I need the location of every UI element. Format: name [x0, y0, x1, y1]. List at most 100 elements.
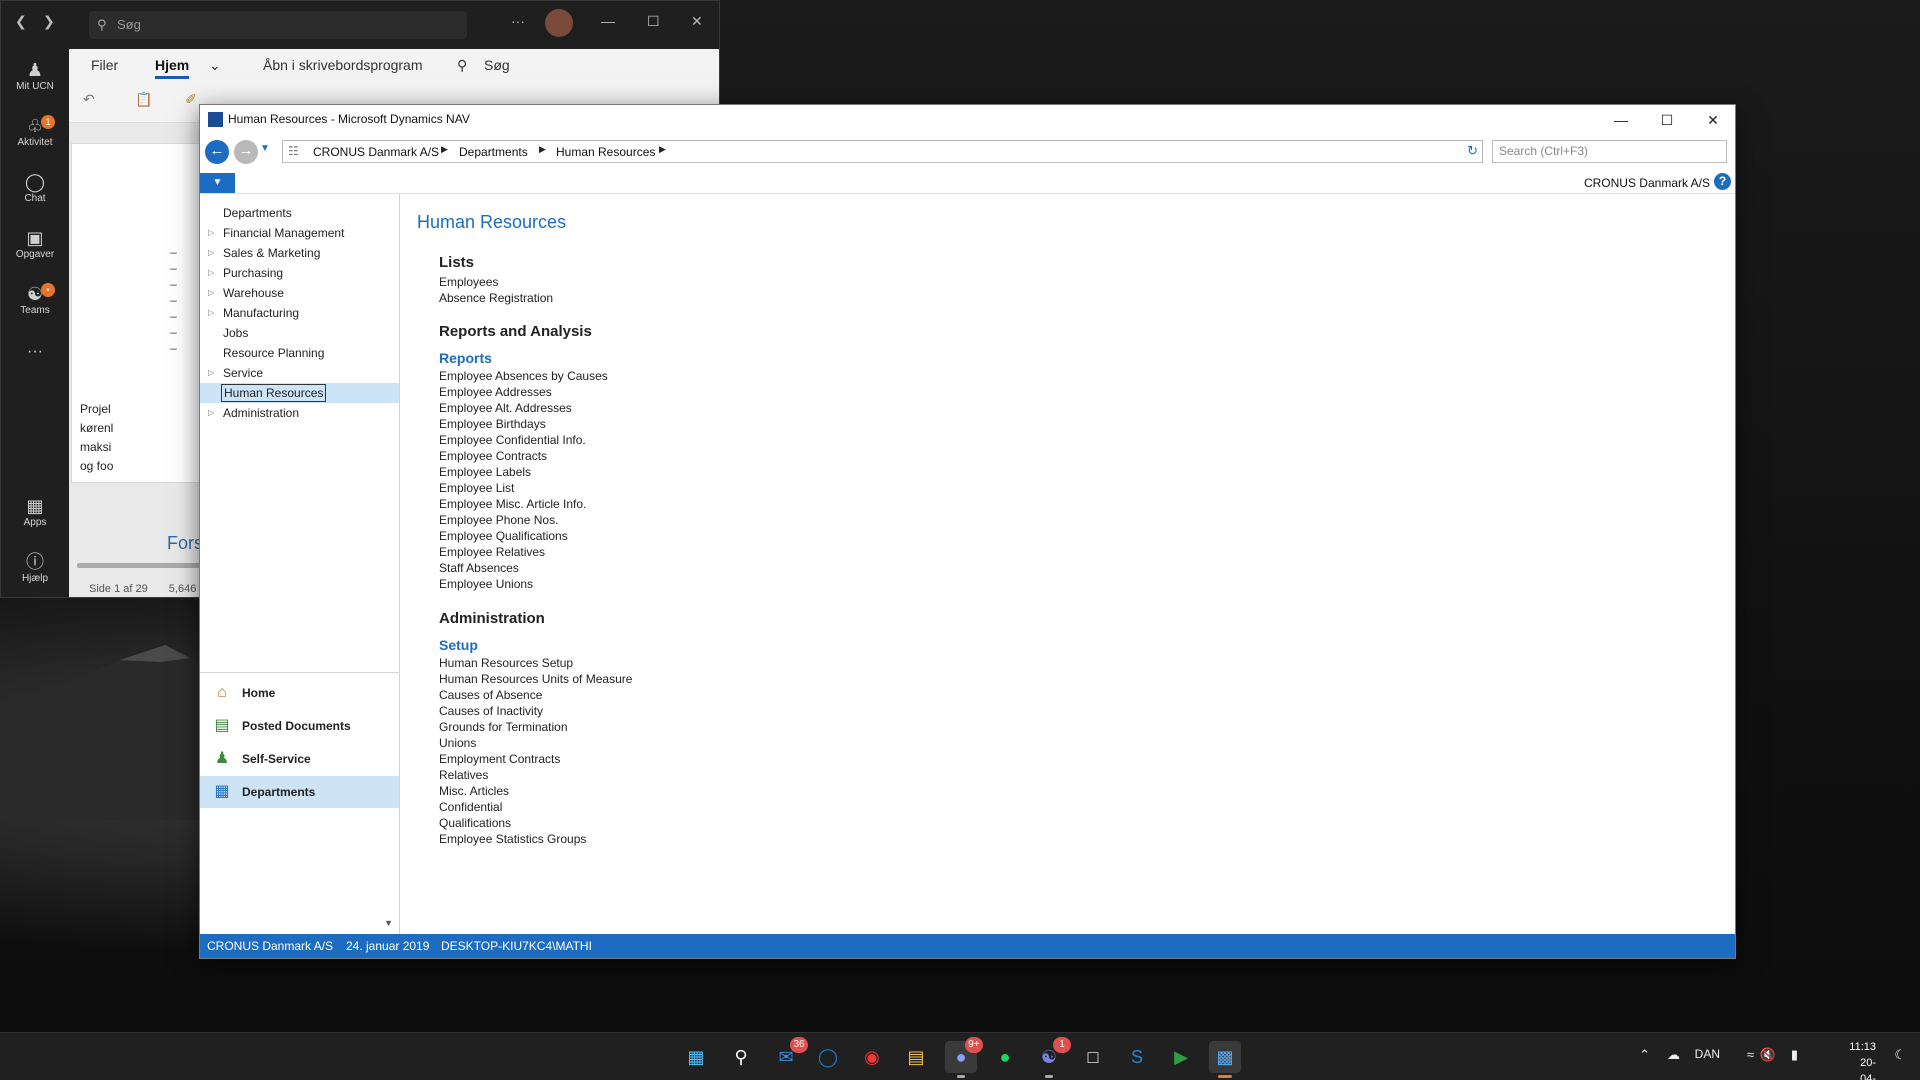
link-employees[interactable]: Employees [439, 275, 498, 289]
breadcrumb-company[interactable]: CRONUS Danmark A/S [313, 145, 439, 159]
format-painter-icon[interactable]: ✐ [185, 91, 197, 108]
setup-link[interactable]: Human Resources Setup [439, 656, 573, 670]
breadcrumb-arrow-icon[interactable]: ▶ [539, 144, 546, 155]
volume-muted-icon[interactable]: 🔇 [1760, 1047, 1776, 1063]
breadcrumb-arrow-icon[interactable]: ▶ [659, 144, 666, 155]
report-link[interactable]: Employee Phone Nos. [439, 513, 558, 527]
teams-search-input[interactable]: ⚲ Søg [89, 11, 467, 39]
report-link[interactable]: Employee Misc. Article Info. [439, 497, 586, 511]
chevron-up-icon[interactable]: ⌃ [1639, 1047, 1650, 1063]
setup-link[interactable]: Employment Contracts [439, 752, 560, 766]
breadcrumb-arrow-icon[interactable]: ▶ [441, 144, 448, 155]
pane-button-posted-documents[interactable]: ▤ Posted Documents [200, 710, 399, 742]
link-absence-registration[interactable]: Absence Registration [439, 291, 553, 305]
expand-arrow-icon[interactable]: ▷ [208, 363, 214, 383]
setup-link[interactable]: Human Resources Units of Measure [439, 672, 632, 686]
setup-link[interactable]: Causes of Inactivity [439, 704, 543, 718]
rail-item-mit-ucn[interactable]: ♟ Mit UCN [1, 59, 69, 92]
report-link[interactable]: Employee List [439, 481, 514, 495]
dynamics-nav-window[interactable]: Human Resources - Microsoft Dynamics NAV… [199, 104, 1736, 959]
rail-item-aktivitet[interactable]: ♧ Aktivitet 1 [1, 115, 69, 148]
tree-item-financial-management[interactable]: ▷ Financial Management [200, 223, 399, 243]
rail-item-apps[interactable]: ▦ Apps [1, 495, 69, 528]
close-icon[interactable]: ✕ [1693, 108, 1733, 132]
report-link[interactable]: Employee Contracts [439, 449, 547, 463]
vivaldi-icon[interactable]: ◉ [856, 1041, 888, 1073]
clipboard-icon[interactable]: 📋 [135, 91, 152, 108]
search-icon[interactable]: ⚲ [725, 1041, 757, 1073]
breadcrumb-departments[interactable]: Departments [459, 145, 528, 159]
tree-item-human-resources[interactable]: Human Resources [200, 383, 399, 403]
rail-item-chat[interactable]: ◯ Chat [1, 171, 69, 204]
start-icon[interactable]: ▦ [680, 1041, 712, 1073]
expand-arrow-icon[interactable]: ▷ [208, 243, 214, 263]
sway-icon[interactable]: S [1121, 1041, 1153, 1073]
expand-arrow-icon[interactable]: ▷ [208, 223, 214, 243]
tree-item-departments[interactable]: Departments [200, 203, 399, 223]
undo-icon[interactable]: ↶ [83, 91, 95, 108]
outlook-icon[interactable]: ◯ [812, 1041, 844, 1073]
report-link[interactable]: Employee Unions [439, 577, 533, 591]
spotify-icon[interactable]: ● [989, 1041, 1021, 1073]
tree-item-service[interactable]: ▷ Service [200, 363, 399, 383]
history-dropdown-icon[interactable]: ▼ [260, 143, 270, 154]
report-link[interactable]: Employee Labels [439, 465, 531, 479]
setup-link[interactable]: Qualifications [439, 816, 511, 830]
help-icon[interactable]: ? [1714, 173, 1731, 190]
media-icon[interactable]: ▶ [1165, 1041, 1197, 1073]
focus-assist-icon[interactable]: ☾ [1894, 1047, 1906, 1063]
pane-button-home[interactable]: ⌂ Home [200, 677, 399, 709]
report-link[interactable]: Employee Relatives [439, 545, 545, 559]
minimize-icon[interactable]: — [601, 13, 615, 29]
configure-buttons-icon[interactable]: ▼ [384, 918, 393, 928]
expand-arrow-icon[interactable]: ▷ [208, 303, 214, 323]
discord-icon[interactable]: ● 9+ [945, 1037, 983, 1078]
setup-link[interactable]: Relatives [439, 768, 488, 782]
setup-link[interactable]: Misc. Articles [439, 784, 509, 798]
rail-item-opgaver[interactable]: ▣ Opgaver [1, 227, 69, 260]
tab-search[interactable]: Søg [484, 57, 510, 73]
report-link[interactable]: Employee Absences by Causes [439, 369, 608, 383]
wifi-icon[interactable]: ≈ [1747, 1047, 1754, 1062]
close-icon[interactable]: ✕ [691, 13, 703, 30]
chevron-down-icon[interactable]: ⌄ [209, 57, 221, 74]
setup-link[interactable]: Confidential [439, 800, 502, 814]
report-link[interactable]: Employee Birthdays [439, 417, 546, 431]
forward-button[interactable]: → [234, 140, 258, 164]
notepad-icon[interactable]: □ [1077, 1041, 1109, 1073]
expand-arrow-icon[interactable]: ▷ [208, 403, 214, 423]
tree-item-sales-marketing[interactable]: ▷ Sales & Marketing [200, 243, 399, 263]
report-link[interactable]: Employee Addresses [439, 385, 552, 399]
application-menu-button[interactable]: ▼ [200, 173, 235, 193]
tree-item-jobs[interactable]: Jobs [200, 323, 399, 343]
rail-item-teams[interactable]: ☯ Teams • [1, 283, 69, 316]
back-arrow-icon[interactable]: ❮ [15, 13, 27, 30]
file-explorer-icon[interactable]: ▤ [900, 1041, 932, 1073]
expand-arrow-icon[interactable]: ▷ [208, 263, 214, 283]
tree-item-purchasing[interactable]: ▷ Purchasing [200, 263, 399, 283]
pane-button-departments[interactable]: ▦ Departments [200, 776, 399, 808]
teams-icon[interactable]: ☯ 1 [1033, 1037, 1071, 1078]
tree-item-resource-planning[interactable]: Resource Planning [200, 343, 399, 363]
report-link[interactable]: Staff Absences [439, 561, 519, 575]
clock[interactable]: 11:13 20-04-2022 [1849, 1039, 1876, 1080]
language-indicator[interactable]: DAN [1695, 1047, 1720, 1061]
breadcrumb[interactable]: ☷ CRONUS Danmark A/S ▶ Departments ▶ Hum… [282, 140, 1483, 163]
back-button[interactable]: ← [205, 140, 229, 164]
avatar[interactable] [545, 9, 573, 37]
tab-open-desktop[interactable]: Åbn i skrivebordsprogram [263, 57, 423, 73]
report-link[interactable]: Employee Qualifications [439, 529, 568, 543]
pane-button-self-service[interactable]: ♟ Self-Service [200, 743, 399, 775]
tree-item-administration[interactable]: ▷ Administration [200, 403, 399, 423]
refresh-icon[interactable]: ↻ [1467, 143, 1478, 159]
forward-arrow-icon[interactable]: ❯ [43, 13, 55, 30]
minimize-icon[interactable]: — [1601, 108, 1641, 132]
setup-link[interactable]: Grounds for Termination [439, 720, 568, 734]
breadcrumb-human-resources[interactable]: Human Resources [556, 145, 655, 159]
setup-link[interactable]: Unions [439, 736, 476, 750]
dynamics-nav-icon[interactable]: ▩ [1209, 1041, 1241, 1078]
maximize-icon[interactable]: ☐ [647, 13, 660, 30]
tree-item-manufacturing[interactable]: ▷ Manufacturing [200, 303, 399, 323]
mail-icon[interactable]: ✉ 36 [770, 1037, 808, 1073]
tree-item-warehouse[interactable]: ▷ Warehouse [200, 283, 399, 303]
